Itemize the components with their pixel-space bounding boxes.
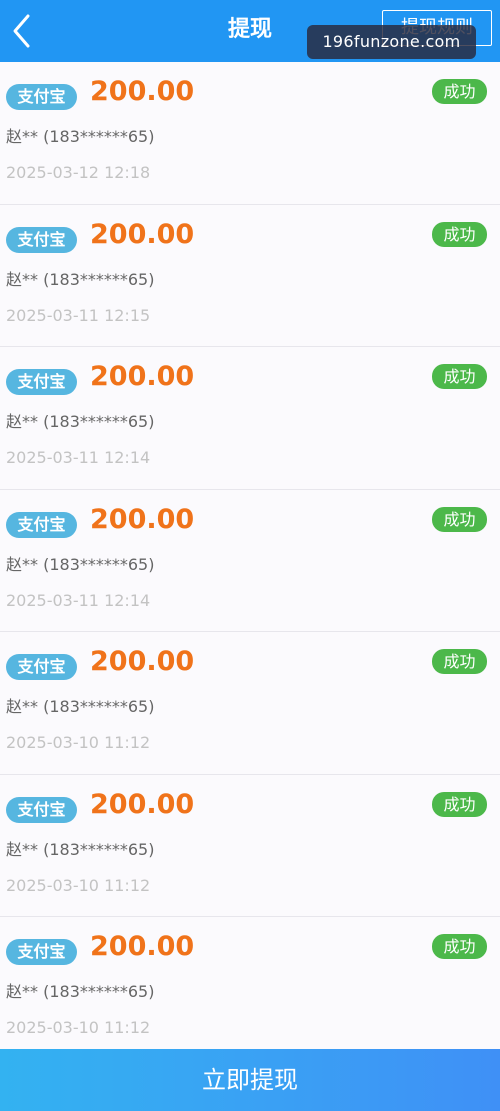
timestamp: 2025-03-10 11:12	[6, 733, 151, 752]
account-info: 赵** (183******65)	[6, 269, 155, 289]
account-info: 赵** (183******65)	[6, 982, 155, 1001]
withdraw-record: 支付宝 200.00 成功 赵** (183******65) 2025-03-…	[0, 917, 500, 1049]
account-info: 赵** (183******65)	[6, 127, 155, 146]
timestamp: 2025-03-11 12:15	[6, 305, 151, 325]
amount: 200.00	[90, 218, 195, 250]
channel-badge: 支付宝	[6, 511, 77, 538]
timestamp: 2025-03-11 12:14	[6, 590, 151, 610]
channel-badge: 支付宝	[6, 369, 77, 395]
watermark: 196funzone.com	[307, 25, 476, 59]
withdraw-record: 支付宝 200.00 成功 赵** (183******65) 2025-03-…	[0, 489, 500, 632]
amount: 200.00	[90, 646, 195, 677]
withdraw-record: 支付宝 200.00 成功 赵** (183******65) 2025-03-…	[0, 347, 500, 490]
top-bar: 提现 提现规则 196funzone.com	[0, 0, 500, 62]
status-badge: 成功	[432, 649, 487, 674]
withdraw-record: 支付宝 200.00 成功 赵** (183******65) 2025-03-…	[0, 632, 500, 775]
status-badge: 成功	[432, 506, 487, 532]
amount: 200.00	[90, 361, 195, 392]
channel-badge: 支付宝	[6, 84, 77, 110]
status-badge: 成功	[432, 221, 487, 247]
status-badge: 成功	[432, 934, 487, 959]
account-info: 赵** (183******65)	[6, 554, 155, 574]
account-info: 赵** (183******65)	[6, 412, 155, 431]
withdraw-now-button[interactable]: 立即提现	[0, 1049, 500, 1111]
withdraw-record: 支付宝 200.00 成功 赵** (183******65) 2025-03-…	[0, 774, 500, 917]
status-badge: 成功	[432, 791, 487, 817]
channel-badge: 支付宝	[6, 939, 77, 965]
withdraw-record: 支付宝 200.00 成功 赵** (183******65) 2025-03-…	[0, 204, 500, 347]
timestamp: 2025-03-12 12:18	[6, 163, 151, 182]
status-badge: 成功	[432, 79, 487, 104]
withdraw-record-list[interactable]: 支付宝 200.00 成功 赵** (183******65) 2025-03-…	[0, 62, 500, 1049]
timestamp: 2025-03-10 11:12	[6, 1018, 151, 1037]
timestamp: 2025-03-10 11:12	[6, 875, 151, 895]
amount: 200.00	[90, 503, 195, 535]
channel-badge: 支付宝	[6, 226, 77, 253]
channel-badge: 支付宝	[6, 796, 77, 823]
amount: 200.00	[90, 76, 195, 107]
account-info: 赵** (183******65)	[6, 839, 155, 859]
amount: 200.00	[90, 931, 195, 962]
channel-badge: 支付宝	[6, 654, 77, 680]
withdraw-record: 支付宝 200.00 成功 赵** (183******65) 2025-03-…	[0, 62, 500, 205]
account-info: 赵** (183******65)	[6, 697, 155, 716]
amount: 200.00	[90, 788, 195, 820]
status-badge: 成功	[432, 364, 487, 389]
timestamp: 2025-03-11 12:14	[6, 448, 151, 467]
